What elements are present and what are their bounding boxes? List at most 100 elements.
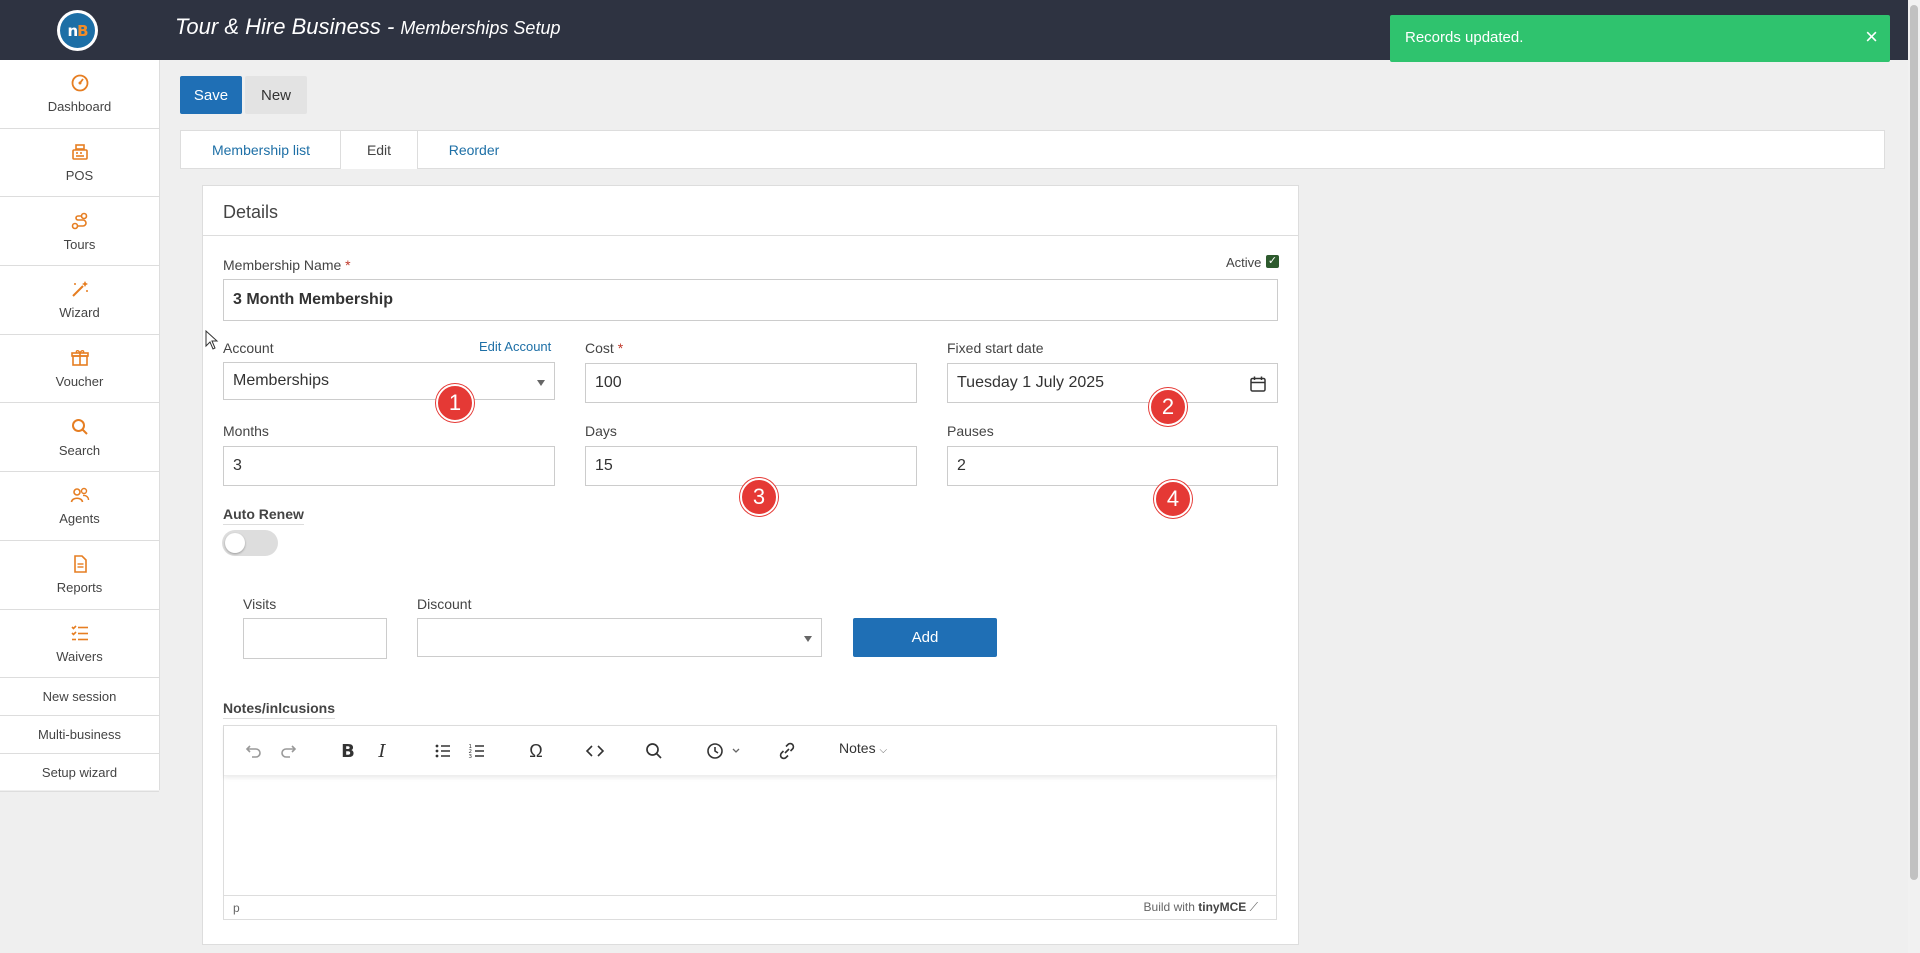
months-label: Months (223, 423, 269, 439)
sidebar-item-label: Agents (59, 511, 100, 527)
sidebar-link-setup-wizard[interactable]: Setup wizard (0, 754, 159, 793)
sidebar-item-voucher[interactable]: Voucher (0, 335, 159, 404)
logo-mark: nB (60, 13, 95, 48)
new-button[interactable]: New (245, 76, 307, 114)
link-icon[interactable] (775, 739, 799, 763)
tab-edit[interactable]: Edit (340, 131, 418, 169)
chevron-down-icon: ⌵ (879, 745, 888, 756)
edit-account-link[interactable]: Edit Account (479, 339, 551, 354)
special-character-icon[interactable]: Ω (524, 739, 548, 763)
visits-label: Visits (243, 596, 277, 612)
page-subtitle: Memberships Setup (400, 18, 561, 38)
editor-statusbar: p Build with tinyMCE ⟋ (224, 895, 1276, 919)
logo[interactable]: nB (57, 10, 98, 51)
annotation-badge-1: 1 (436, 384, 474, 422)
active-checkbox[interactable]: ✓ (1266, 255, 1279, 268)
sidebar-item-label: Wizard (59, 305, 100, 321)
months-input[interactable]: 3 (223, 446, 555, 486)
account-label: Account (223, 340, 274, 356)
auto-renew-label: Auto Renew (223, 506, 304, 525)
membership-name-input[interactable]: 3 Month Membership (223, 279, 1278, 321)
discount-label: Discount (417, 596, 472, 612)
annotation-badge-3: 3 (740, 478, 778, 516)
sidebar-item-label: Voucher (55, 374, 104, 390)
sidebar-item-label: POS (65, 168, 94, 184)
notes-format-label: Notes (839, 740, 876, 756)
pauses-input[interactable]: 2 (947, 446, 1278, 486)
pauses-label: Pauses (947, 423, 994, 439)
notes-editor: B I 123 Ω Notes ⌵ p Build with tinyMCE ⟋ (223, 725, 1277, 920)
tab-reorder[interactable]: Reorder (418, 131, 530, 169)
sidebar-item-dashboard[interactable]: Dashboard (0, 60, 159, 129)
tinymce-branding[interactable]: Build with tinyMCE ⟋ (1144, 900, 1258, 915)
sidebar-item-label: Tours (63, 236, 96, 252)
sidebar-item-label: Dashboard (47, 99, 112, 115)
redo-icon[interactable] (277, 739, 301, 763)
days-label: Days (585, 423, 617, 439)
cost-input[interactable]: 100 (585, 363, 917, 403)
editor-toolbar: B I 123 Ω Notes ⌵ (224, 726, 1276, 776)
sidebar: Dashboard POS Tours Wizard Voucher Searc… (0, 60, 160, 793)
sidebar-item-search[interactable]: Search (0, 403, 159, 473)
toast-message: Records updated. (1405, 29, 1524, 46)
undo-icon[interactable] (241, 739, 265, 763)
auto-renew-toggle[interactable] (222, 530, 278, 556)
page-scrollbar[interactable] (1908, 0, 1920, 953)
fixed-start-date-input[interactable]: Tuesday 1 July 2025 (947, 363, 1278, 403)
sidebar-item-label: Search (58, 442, 101, 458)
italic-icon[interactable]: I (370, 739, 394, 763)
insert-datetime-icon[interactable] (701, 739, 745, 763)
active-label: Active (1226, 255, 1262, 270)
magic-wand-icon (71, 281, 88, 298)
discount-select[interactable] (417, 618, 822, 657)
panel-title: Details (203, 186, 1298, 236)
sidebar-item-tours[interactable]: Tours (0, 197, 159, 267)
sidebar-item-wizard[interactable]: Wizard (0, 266, 159, 335)
sidebar-item-reports[interactable]: Reports (0, 541, 159, 610)
sidebar-item-label: Waivers (56, 648, 103, 664)
route-icon (71, 212, 87, 230)
annotation-badge-4: 4 (1154, 480, 1192, 518)
chevron-down-icon (537, 380, 545, 386)
sidebar-link-new-session[interactable]: New session (0, 678, 159, 717)
notes-label: Notes/inlcusions (223, 700, 336, 719)
search-icon (71, 418, 88, 435)
fixed-start-date-value: Tuesday 1 July 2025 (957, 374, 1105, 391)
tab-bar: Membership list Edit Reorder (180, 130, 1885, 169)
business-name: Tour & Hire Business - (175, 14, 401, 39)
resize-handle-icon[interactable]: ⟋ (1250, 900, 1258, 914)
svg-text:3: 3 (469, 754, 473, 760)
gift-icon (70, 350, 89, 366)
cash-register-icon (71, 144, 88, 160)
scrollbar-thumb[interactable] (1910, 5, 1918, 880)
tab-membership-list[interactable]: Membership list (181, 131, 341, 169)
success-toast: Records updated. × (1390, 15, 1890, 62)
notes-format-menu[interactable]: Notes ⌵ (839, 740, 887, 756)
numbered-list-icon[interactable]: 123 (465, 739, 489, 763)
search-icon[interactable] (642, 739, 666, 763)
users-icon (70, 488, 89, 503)
element-path[interactable]: p (233, 901, 240, 915)
document-icon (73, 555, 87, 573)
checklist-icon (70, 625, 88, 641)
save-button[interactable]: Save (180, 76, 242, 114)
add-button[interactable]: Add (853, 618, 997, 657)
sidebar-item-agents[interactable]: Agents (0, 472, 159, 541)
account-select[interactable]: Memberships (223, 362, 555, 400)
visits-input[interactable] (243, 618, 387, 659)
sidebar-link-multi-business[interactable]: Multi-business (0, 716, 159, 755)
annotation-badge-2: 2 (1149, 388, 1187, 426)
source-code-icon[interactable] (583, 739, 607, 763)
calendar-icon[interactable] (1249, 375, 1267, 393)
sidebar-item-waivers[interactable]: Waivers (0, 610, 159, 679)
bullet-list-icon[interactable] (431, 739, 455, 763)
sidebar-item-label: Reports (56, 580, 103, 596)
mouse-cursor-icon (205, 330, 219, 350)
fixed-start-date-label: Fixed start date (947, 340, 1044, 356)
sidebar-item-pos[interactable]: POS (0, 129, 159, 198)
chevron-down-icon (804, 636, 812, 642)
cost-label: Cost * (585, 340, 624, 356)
close-icon[interactable]: × (1865, 25, 1878, 49)
bold-icon[interactable]: B (336, 739, 360, 763)
toggle-knob (225, 533, 245, 553)
